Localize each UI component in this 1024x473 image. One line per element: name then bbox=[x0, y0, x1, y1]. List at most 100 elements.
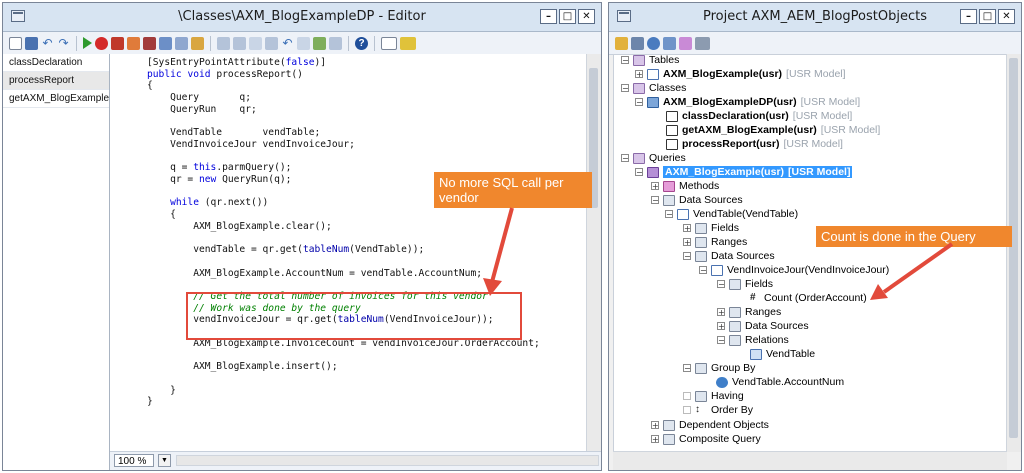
tree-node-class-item[interactable]: − AXM_BlogExampleDP(usr) [USR Model] bbox=[635, 95, 860, 109]
minimize-button[interactable]: – bbox=[960, 9, 977, 24]
import-icon[interactable] bbox=[663, 36, 676, 50]
editor-titlebar[interactable]: \Classes\AXM_BlogExampleDP - Editor – □ … bbox=[3, 3, 601, 32]
lookup-icon[interactable] bbox=[175, 36, 188, 50]
collapse-icon[interactable]: − bbox=[717, 280, 725, 289]
collapse-icon[interactable]: − bbox=[635, 98, 643, 107]
expand-icon[interactable]: + bbox=[717, 322, 725, 331]
project-titlebar[interactable]: Project AXM_AEM_BlogPostObjects – □ ✕ bbox=[609, 3, 1021, 32]
properties-icon[interactable] bbox=[631, 36, 644, 50]
layer-icon[interactable] bbox=[695, 36, 710, 50]
expand-icon[interactable]: + bbox=[683, 238, 691, 247]
collapse-icon[interactable]: − bbox=[651, 196, 659, 205]
toggle-breakpoint-icon[interactable] bbox=[111, 36, 124, 50]
paste-icon[interactable] bbox=[249, 36, 262, 50]
tree-node-vendinvoicejour[interactable]: − VendInvoiceJour(VendInvoiceJour) bbox=[699, 263, 889, 277]
disable-breakpoint-icon[interactable] bbox=[127, 36, 140, 50]
editor-window: \Classes\AXM_BlogExampleDP - Editor – □ … bbox=[2, 2, 602, 471]
close-button[interactable]: ✕ bbox=[998, 9, 1015, 24]
selected-query-label[interactable]: AXM_BlogExample(usr) [USR Model] bbox=[663, 166, 853, 178]
tree-node-order-by[interactable]: ↕ Order By bbox=[683, 403, 753, 417]
expand-icon[interactable]: + bbox=[635, 70, 643, 79]
tree-node-data-sources[interactable]: − Data Sources bbox=[651, 193, 743, 207]
tree-node-having[interactable]: Having bbox=[683, 389, 744, 403]
filter-icon[interactable] bbox=[679, 36, 692, 50]
tree-node-relation-item[interactable]: VendTable bbox=[750, 347, 815, 361]
copy-icon[interactable] bbox=[233, 36, 246, 50]
code-editor[interactable]: [SysEntryPointAttribute(false)] public v… bbox=[110, 54, 587, 452]
tree-node-relations[interactable]: − Relations bbox=[717, 333, 789, 347]
expand-icon[interactable]: + bbox=[651, 421, 659, 430]
indent-icon[interactable] bbox=[329, 36, 342, 50]
tree-node-methods[interactable]: + Methods bbox=[651, 179, 719, 193]
collapse-icon[interactable]: − bbox=[699, 266, 707, 275]
expand-icon[interactable]: + bbox=[651, 182, 659, 191]
folder-icon bbox=[633, 54, 645, 66]
folder-icon bbox=[633, 82, 645, 94]
maximize-button[interactable]: □ bbox=[979, 9, 996, 24]
redo-icon[interactable]: ↷ bbox=[57, 37, 70, 50]
find-icon[interactable] bbox=[265, 36, 278, 50]
tree-node-group-by[interactable]: − Group By bbox=[683, 361, 755, 375]
expand-icon[interactable]: + bbox=[651, 435, 659, 444]
tree-node-class-method[interactable]: classDeclaration(usr) [USR Model] bbox=[666, 109, 852, 123]
collapse-icon[interactable]: − bbox=[621, 154, 629, 163]
method-item-classdeclaration[interactable]: classDeclaration bbox=[3, 54, 109, 72]
tree-node-class-method[interactable]: processReport(usr) [USR Model] bbox=[666, 137, 843, 151]
tree-node-query-item[interactable]: − AXM_BlogExample(usr) [USR Model] bbox=[635, 165, 853, 179]
expand-icon[interactable]: + bbox=[683, 224, 691, 233]
collapse-icon[interactable]: − bbox=[717, 336, 725, 345]
compile-icon[interactable] bbox=[159, 36, 172, 50]
run-icon[interactable] bbox=[83, 37, 92, 49]
open-folder-icon[interactable] bbox=[615, 36, 628, 50]
source-control-icon[interactable] bbox=[400, 36, 416, 50]
expand-icon[interactable]: + bbox=[717, 308, 725, 317]
method-item-processreport[interactable]: processReport bbox=[3, 72, 109, 90]
zoom-field[interactable]: 100 % bbox=[114, 454, 154, 467]
collapse-icon[interactable]: − bbox=[665, 210, 673, 219]
tree-node-nested-data-sources[interactable]: − Data Sources bbox=[683, 249, 775, 263]
project-vertical-scrollbar[interactable] bbox=[1006, 54, 1021, 452]
help-icon[interactable]: ? bbox=[355, 36, 368, 50]
scroll-thumb[interactable] bbox=[1009, 58, 1018, 438]
editor-vertical-scrollbar[interactable] bbox=[586, 54, 601, 452]
tree-node-vij-data-sources[interactable]: + Data Sources bbox=[717, 319, 809, 333]
close-button[interactable]: ✕ bbox=[578, 9, 595, 24]
bookmark-icon[interactable] bbox=[313, 36, 326, 50]
back-icon[interactable]: ↶ bbox=[281, 37, 294, 50]
tree-node-dependent-objects[interactable]: + Dependent Objects bbox=[651, 418, 769, 432]
undo-icon[interactable]: ↶ bbox=[41, 37, 54, 50]
project-horizontal-scrollbar[interactable] bbox=[613, 451, 1007, 470]
tree-node-count-field[interactable]: # Count (OrderAccount) bbox=[750, 291, 867, 305]
script-icon[interactable] bbox=[191, 36, 204, 50]
tree-node-group-by-field[interactable]: VendTable.AccountNum bbox=[716, 375, 844, 389]
collapse-icon[interactable]: − bbox=[635, 168, 643, 177]
breakpoint-icon[interactable] bbox=[95, 36, 108, 50]
collapse-icon[interactable]: − bbox=[683, 364, 691, 373]
tree-node-composite-query[interactable]: + Composite Query bbox=[651, 432, 761, 446]
replace-icon[interactable] bbox=[297, 36, 310, 50]
save-icon[interactable] bbox=[25, 36, 38, 50]
new-icon[interactable] bbox=[9, 36, 22, 50]
tree-node-ranges[interactable]: + Ranges bbox=[683, 235, 747, 249]
tree-node-classes[interactable]: − Classes bbox=[621, 81, 686, 95]
collapse-icon[interactable]: − bbox=[683, 252, 691, 261]
remove-breakpoints-icon[interactable] bbox=[143, 36, 156, 50]
tree-node-class-method[interactable]: getAXM_BlogExample(usr) [USR Model] bbox=[666, 123, 880, 137]
tree-node-vij-fields[interactable]: − Fields bbox=[717, 277, 773, 291]
tree-node-fields[interactable]: + Fields bbox=[683, 221, 739, 235]
tree-node-vendtable[interactable]: − VendTable(VendTable) bbox=[665, 207, 798, 221]
tree-node-table-item[interactable]: + AXM_BlogExample(usr) [USR Model] bbox=[635, 67, 846, 81]
zoom-dropdown-icon[interactable]: ▼ bbox=[158, 454, 171, 467]
editor-horizontal-scrollbar[interactable] bbox=[176, 455, 599, 466]
tree-node-tables[interactable]: − Tables bbox=[621, 53, 679, 67]
method-item-getaxm-blogexample[interactable]: getAXM_BlogExample bbox=[3, 90, 109, 108]
properties-icon[interactable] bbox=[381, 36, 397, 50]
compile-icon[interactable] bbox=[647, 36, 660, 50]
tree-node-queries[interactable]: − Queries bbox=[621, 151, 686, 165]
cut-icon[interactable] bbox=[217, 36, 230, 50]
collapse-icon[interactable]: − bbox=[621, 56, 629, 65]
maximize-button[interactable]: □ bbox=[559, 9, 576, 24]
collapse-icon[interactable]: − bbox=[621, 84, 629, 93]
minimize-button[interactable]: – bbox=[540, 9, 557, 24]
tree-node-vij-ranges[interactable]: + Ranges bbox=[717, 305, 781, 319]
